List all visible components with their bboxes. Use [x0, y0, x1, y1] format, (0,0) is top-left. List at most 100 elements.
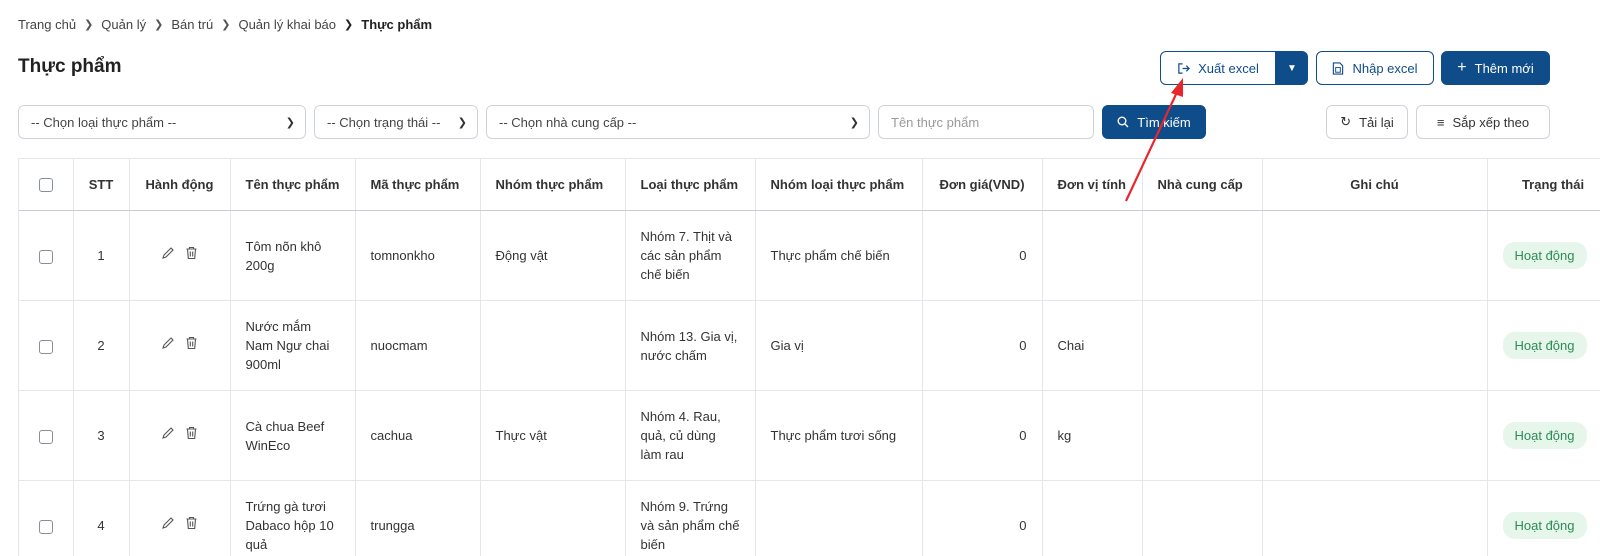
edit-pencil-icon[interactable] — [161, 516, 175, 530]
unit — [1042, 481, 1142, 556]
row-actions — [129, 301, 230, 391]
row-index: 1 — [73, 211, 129, 301]
search-button[interactable]: Tìm kiếm — [1102, 105, 1206, 139]
select-all-cell — [19, 159, 73, 211]
edit-pencil-icon[interactable] — [161, 426, 175, 440]
edit-pencil-icon[interactable] — [161, 336, 175, 350]
food-group — [480, 301, 625, 391]
row-index: 2 — [73, 301, 129, 391]
breadcrumb-home[interactable]: Trang chủ — [18, 17, 76, 32]
row-index: 4 — [73, 481, 129, 556]
col-header: STT — [73, 159, 129, 211]
breadcrumb-declaration[interactable]: Quản lý khai báo — [238, 17, 336, 32]
col-header: Ghi chú — [1262, 159, 1487, 211]
food-group: Động vật — [480, 211, 625, 301]
chevron-down-icon: ❯ — [286, 116, 295, 129]
row-checkbox[interactable] — [39, 430, 53, 444]
food-name-input[interactable] — [878, 105, 1094, 139]
row-actions — [129, 481, 230, 556]
import-excel-button[interactable]: Nhập excel — [1316, 51, 1434, 85]
food-code: nuocmam — [355, 301, 480, 391]
table-row: 1Tôm nõn khô 200gtomnonkhoĐộng vậtNhóm 7… — [19, 211, 1600, 301]
row-checkbox[interactable] — [39, 250, 53, 264]
sort-lines-icon: ≡ — [1437, 115, 1445, 130]
food-type-group: Thực phẩm chế biến — [755, 211, 922, 301]
table-row: 3Cà chua Beef WinEcocachuaThực vậtNhóm 4… — [19, 391, 1600, 481]
delete-trash-icon[interactable] — [185, 516, 198, 530]
col-header: Tên thực phẩm — [230, 159, 355, 211]
table-header-row: STT Hành động Tên thực phẩm Mã thực phẩm… — [19, 159, 1600, 211]
supplier — [1142, 301, 1262, 391]
supplier-select[interactable]: -- Chọn nhà cung cấp -- ❯ — [486, 105, 870, 139]
col-header: Nhóm thực phẩm — [480, 159, 625, 211]
food-group: Thực vật — [480, 391, 625, 481]
row-index: 3 — [73, 391, 129, 481]
row-select-cell — [19, 391, 73, 481]
status-badge: Hoạt động — [1503, 422, 1587, 449]
chevron-down-icon: ❯ — [850, 116, 859, 129]
chevron-right-icon: ❯ — [84, 18, 93, 31]
table-row: 2Nước mắm Nam Ngư chai 900mlnuocmamNhóm … — [19, 301, 1600, 391]
food-type: Nhóm 13. Gia vị, nước chấm — [625, 301, 755, 391]
col-header: Đơn giá(VND) — [922, 159, 1042, 211]
row-select-cell — [19, 481, 73, 556]
export-excel-button[interactable]: Xuất excel — [1160, 51, 1276, 85]
edit-pencil-icon[interactable] — [161, 246, 175, 260]
reload-icon: ↻ — [1340, 114, 1351, 130]
status-cell: Hoạt động — [1487, 481, 1600, 556]
unit-price: 0 — [922, 301, 1042, 391]
food-type: Nhóm 9. Trứng và sản phẩm chế biến — [625, 481, 755, 556]
row-checkbox[interactable] — [39, 520, 53, 534]
note — [1262, 301, 1487, 391]
chevron-right-icon: ❯ — [221, 18, 230, 31]
select-all-checkbox[interactable] — [39, 178, 53, 192]
food-name: Cà chua Beef WinEco — [230, 391, 355, 481]
unit-price: 0 — [922, 211, 1042, 301]
supplier-value: -- Chọn nhà cung cấp -- — [499, 115, 636, 130]
breadcrumb-manage[interactable]: Quản lý — [101, 17, 146, 32]
sort-button[interactable]: ≡ Sắp xếp theo — [1416, 105, 1550, 139]
food-table: STT Hành động Tên thực phẩm Mã thực phẩm… — [18, 158, 1600, 556]
unit: Chai — [1042, 301, 1142, 391]
row-checkbox[interactable] — [39, 340, 53, 354]
reload-button[interactable]: ↻ Tải lại — [1326, 105, 1408, 139]
caret-down-icon: ▼ — [1287, 63, 1297, 74]
note — [1262, 481, 1487, 556]
file-excel-icon — [1332, 62, 1344, 75]
status-cell: Hoạt động — [1487, 301, 1600, 391]
add-new-label: Thêm mới — [1475, 61, 1534, 76]
status-badge: Hoạt động — [1503, 512, 1587, 539]
delete-trash-icon[interactable] — [185, 426, 198, 440]
export-dropdown-button[interactable]: ▼ — [1276, 51, 1308, 85]
supplier — [1142, 391, 1262, 481]
unit-price: 0 — [922, 391, 1042, 481]
food-type: Nhóm 4. Rau, quả, củ dùng làm rau — [625, 391, 755, 481]
food-type-group: Gia vị — [755, 301, 922, 391]
food-name: Trứng gà tươi Dabaco hộp 10 quả — [230, 481, 355, 556]
unit-price: 0 — [922, 481, 1042, 556]
unit — [1042, 211, 1142, 301]
col-header: Loại thực phẩm — [625, 159, 755, 211]
row-select-cell — [19, 211, 73, 301]
col-header: Hành động — [129, 159, 230, 211]
search-label: Tìm kiếm — [1137, 115, 1190, 130]
col-header: Mã thực phẩm — [355, 159, 480, 211]
delete-trash-icon[interactable] — [185, 246, 198, 260]
add-new-button[interactable]: + Thêm mới — [1441, 51, 1550, 85]
status-cell: Hoạt động — [1487, 211, 1600, 301]
page-title: Thực phẩm — [18, 56, 122, 78]
food-type-select[interactable]: -- Chọn loại thực phẩm -- ❯ — [18, 105, 306, 139]
breadcrumb-boarding[interactable]: Bán trú — [171, 17, 213, 32]
sort-label: Sắp xếp theo — [1452, 115, 1529, 130]
supplier — [1142, 211, 1262, 301]
export-icon — [1177, 62, 1190, 75]
status-select[interactable]: -- Chọn trạng thái -- ❯ — [314, 105, 478, 139]
food-code: trungga — [355, 481, 480, 556]
chevron-right-icon: ❯ — [344, 18, 353, 31]
import-excel-label: Nhập excel — [1352, 61, 1417, 76]
delete-trash-icon[interactable] — [185, 336, 198, 350]
food-group — [480, 481, 625, 556]
col-header: Trạng thái — [1487, 159, 1600, 211]
row-select-cell — [19, 301, 73, 391]
status-badge: Hoạt động — [1503, 242, 1587, 269]
